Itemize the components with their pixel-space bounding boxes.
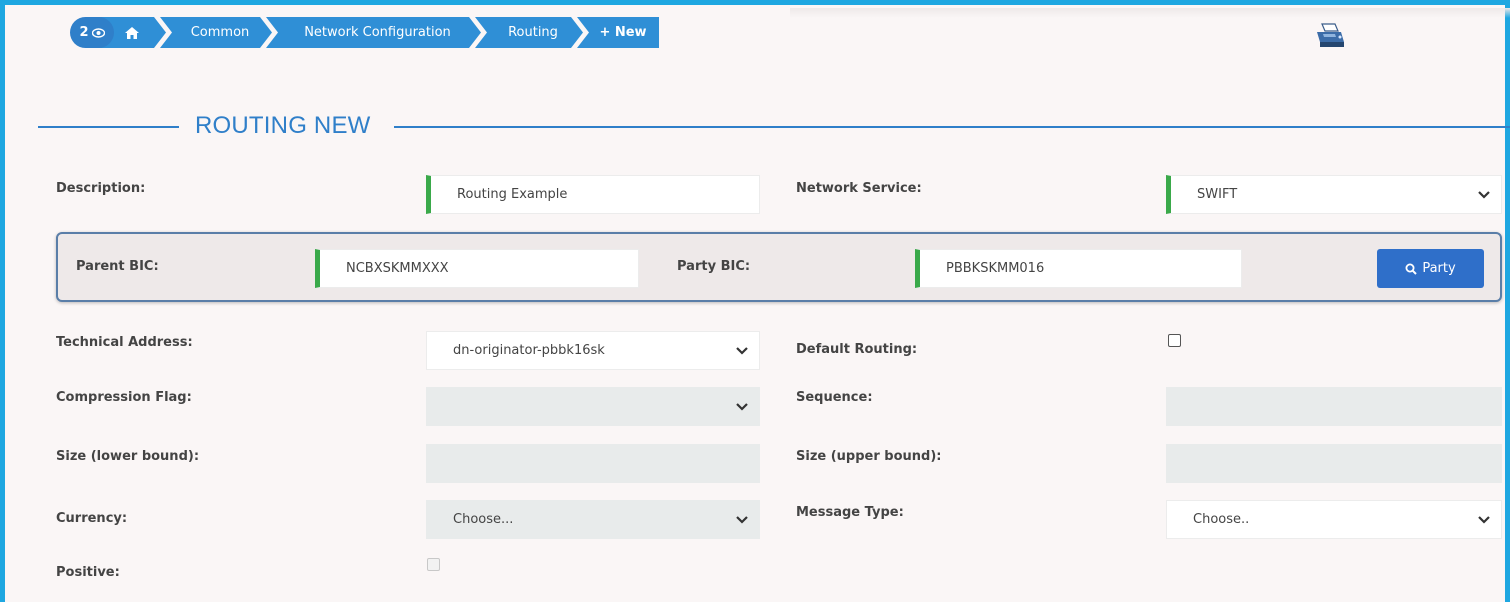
default-routing-label: Default Routing: (796, 342, 918, 357)
chevron-down-icon (1478, 190, 1490, 199)
currency-value: Choose... (453, 512, 514, 527)
size-lower-label: Size (lower bound): (56, 449, 200, 464)
chevron-down-icon (736, 515, 748, 524)
section-divider-right (394, 126, 1510, 128)
message-type-select[interactable]: Choose.. (1166, 500, 1502, 539)
breadcrumb-common[interactable]: Common (160, 17, 272, 48)
technical-address-value: dn-originator-pbbk16sk (453, 343, 605, 358)
compression-flag-label: Compression Flag: (56, 390, 192, 405)
breadcrumb-new[interactable]: + New (577, 17, 659, 48)
description-label: Description: (56, 181, 146, 196)
home-icon (124, 26, 140, 40)
default-routing-checkbox[interactable] (1168, 334, 1181, 347)
breadcrumb-network-configuration[interactable]: Network Configuration (266, 17, 481, 48)
breadcrumb-routing[interactable]: Routing (475, 17, 583, 48)
currency-select[interactable]: Choose... (426, 500, 760, 539)
page-title: ROUTING NEW (195, 112, 371, 139)
header-shadow (790, 8, 1510, 18)
compression-flag-select[interactable] (426, 387, 760, 426)
bic-panel (56, 232, 1502, 302)
sequence-label: Sequence: (796, 390, 873, 405)
technical-address-label: Technical Address: (56, 335, 193, 350)
history-count-badge[interactable]: 2 (70, 17, 114, 48)
message-type-label: Message Type: (796, 505, 904, 520)
chevron-down-icon (736, 402, 748, 411)
breadcrumb-routing-label: Routing (508, 25, 558, 40)
section-divider-left (38, 126, 179, 128)
size-upper-label: Size (upper bound): (796, 449, 942, 464)
positive-checkbox[interactable] (427, 558, 440, 571)
breadcrumb-network-configuration-label: Network Configuration (304, 25, 451, 40)
description-value: Routing Example (457, 187, 568, 202)
sequence-field[interactable] (1166, 387, 1502, 426)
network-service-value: SWIFT (1197, 187, 1238, 202)
printer-icon[interactable] (1313, 22, 1347, 50)
network-service-label: Network Service: (796, 181, 922, 196)
currency-label: Currency: (56, 511, 128, 526)
party-bic-field[interactable]: PBBKSKMM016 (915, 249, 1242, 288)
party-bic-label: Party BIC: (677, 259, 751, 274)
party-button-label: Party (1422, 261, 1456, 276)
size-lower-field[interactable] (426, 444, 760, 483)
party-bic-value: PBBKSKMM016 (946, 261, 1045, 276)
eye-icon (91, 27, 105, 38)
parent-bic-field[interactable]: NCBXSKMMXXX (315, 249, 639, 288)
size-upper-field[interactable] (1166, 444, 1502, 483)
breadcrumb-common-label: Common (190, 25, 250, 40)
parent-bic-label: Parent BIC: (76, 259, 159, 274)
network-service-select[interactable]: SWIFT (1166, 175, 1502, 214)
positive-label: Positive: (56, 565, 120, 580)
description-field[interactable]: Routing Example (426, 175, 760, 214)
history-count: 2 (79, 25, 89, 40)
chevron-down-icon (1478, 515, 1490, 524)
message-type-value: Choose.. (1193, 512, 1250, 527)
party-search-button[interactable]: Party (1377, 249, 1484, 288)
breadcrumb-new-label: + New (599, 25, 647, 40)
parent-bic-value: NCBXSKMMXXX (346, 261, 449, 276)
search-icon (1405, 263, 1418, 275)
technical-address-select[interactable]: dn-originator-pbbk16sk (426, 331, 760, 370)
chevron-down-icon (736, 346, 748, 355)
